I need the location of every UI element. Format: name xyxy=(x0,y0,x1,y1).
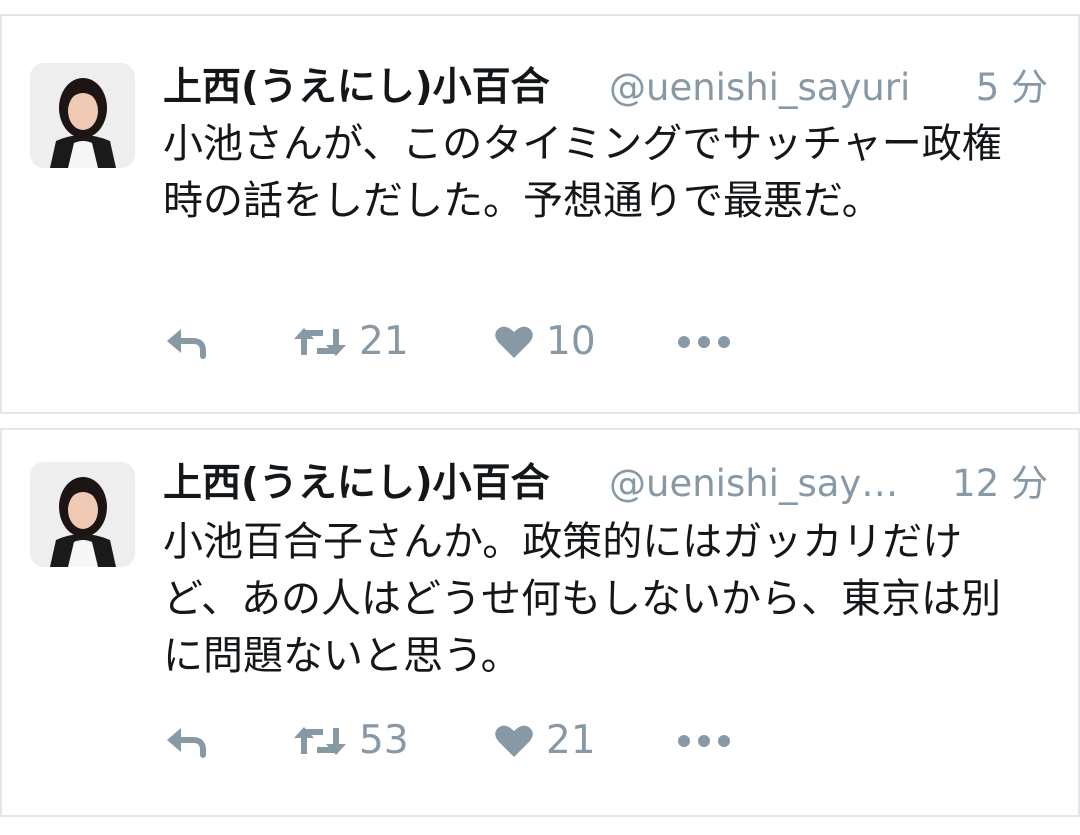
tweet-header: 上西(うえにし)小百合 @uenishi_say… 12 分 xyxy=(163,460,1048,508)
avatar[interactable] xyxy=(30,462,135,567)
like-button[interactable]: 21 xyxy=(494,716,596,766)
display-name[interactable]: 上西(うえにし)小百合 xyxy=(163,460,550,508)
tweet-card[interactable]: 上西(うえにし)小百合 @uenishi_say… 12 分 小池百合子さんか。… xyxy=(0,430,1080,815)
display-name[interactable]: 上西(うえにし)小百合 xyxy=(163,64,550,112)
user-handle[interactable]: @uenishi_say… xyxy=(609,460,899,508)
more-icon xyxy=(678,336,730,348)
tweet-actions: 21 10 xyxy=(163,317,763,367)
reply-button[interactable] xyxy=(163,317,209,367)
retweet-count: 21 xyxy=(359,319,409,364)
reply-icon xyxy=(167,728,206,758)
timestamp[interactable]: 5 分 xyxy=(976,64,1048,112)
like-button[interactable]: 10 xyxy=(494,317,596,367)
tweet-header: 上西(うえにし)小百合 @uenishi_sayuri 5 分 xyxy=(163,64,1048,112)
timeline: 上西(うえにし)小百合 @uenishi_sayuri 5 分 小池さんが、この… xyxy=(0,0,1080,835)
retweet-button[interactable]: 53 xyxy=(293,716,409,766)
retweet-icon xyxy=(294,328,346,356)
reply-button[interactable] xyxy=(163,716,209,766)
reply-icon xyxy=(167,329,206,359)
tweet-text: 小池百合子さんか。政策的にはガッカリだけど、あの人はどうせ何もしないから、東京は… xyxy=(163,519,1001,679)
user-handle[interactable]: @uenishi_sayuri xyxy=(609,64,939,112)
retweet-icon xyxy=(294,727,346,755)
tweet-card[interactable]: 上西(うえにし)小百合 @uenishi_sayuri 5 分 小池さんが、この… xyxy=(0,16,1080,414)
avatar[interactable] xyxy=(30,63,135,168)
tweet-divider xyxy=(0,0,1080,16)
more-button[interactable] xyxy=(676,317,732,367)
timestamp[interactable]: 12 分 xyxy=(952,460,1048,508)
tweet-text: 小池さんが、このタイミングでサッチャー政権時の話をしだした。予想通りで最悪だ。 xyxy=(163,121,1002,224)
tweet-divider xyxy=(0,815,1080,835)
like-count: 10 xyxy=(546,319,596,364)
more-button[interactable] xyxy=(676,716,732,766)
heart-icon xyxy=(495,326,533,358)
retweet-button[interactable]: 21 xyxy=(293,317,409,367)
more-icon xyxy=(678,735,730,747)
retweet-count: 53 xyxy=(359,718,409,763)
heart-icon xyxy=(495,725,533,757)
tweet-divider xyxy=(0,412,1080,430)
tweet-actions: 53 21 xyxy=(163,716,763,766)
like-count: 21 xyxy=(546,718,596,763)
